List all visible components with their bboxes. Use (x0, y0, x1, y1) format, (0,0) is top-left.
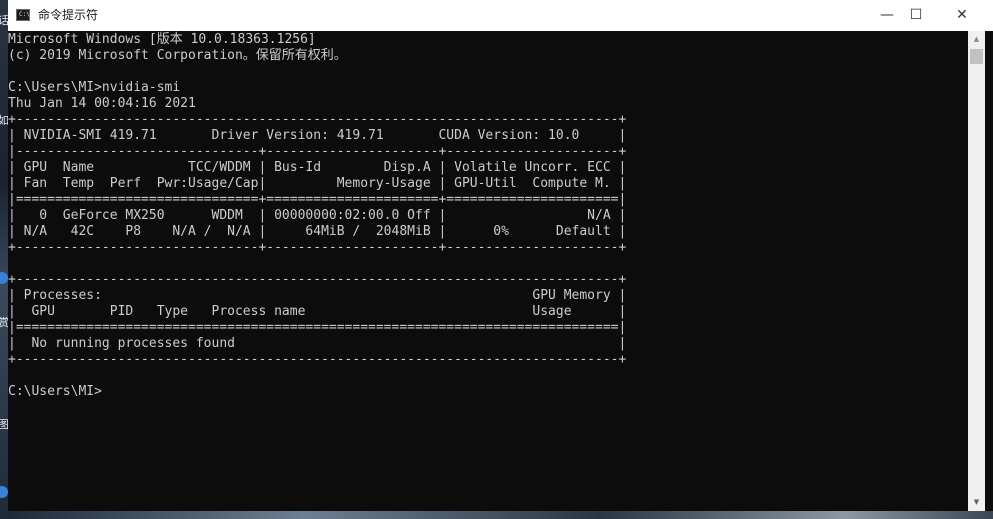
terminal-line: | Fan Temp Perf Pwr:Usage/Cap| Memory-Us… (8, 176, 627, 191)
desktop-glyph: 图 (0, 418, 9, 431)
terminal-line: | GPU PID Type Process name Usage | (8, 304, 627, 319)
close-button[interactable]: ✕ (939, 0, 985, 31)
terminal-line: +-------------------------------+-------… (8, 240, 627, 255)
scroll-down-arrow-icon[interactable]: ▼ (968, 494, 985, 511)
desktop-glyph: 如 (0, 114, 9, 127)
terminal-line: | NVIDIA-SMI 419.71 Driver Version: 419.… (8, 128, 627, 143)
desktop-background-strip: 话 如 赏 图 (0, 0, 9, 519)
maximize-button[interactable]: ☐ (893, 0, 939, 31)
terminal-line: | No running processes found | (8, 336, 627, 351)
desktop-glyph: 赏 (0, 316, 9, 329)
terminal-line: +---------------------------------------… (8, 272, 627, 287)
terminal-line: |=======================================… (8, 320, 627, 335)
cmd-icon-glyph: C:\_ (19, 11, 34, 18)
window-title: 命令提示符 (38, 8, 99, 22)
scroll-up-arrow-icon[interactable]: ▲ (968, 31, 985, 48)
command-prompt-window[interactable]: C:\_ 命令提示符 — ☐ ✕ Microsoft Windows [版本 1… (8, 0, 993, 519)
terminal-line: | 0 GeForce MX250 WDDM | 00000000:02:00.… (8, 208, 627, 223)
terminal-line: | Processes: GPU Memory | (8, 288, 627, 303)
scroll-thumb[interactable] (970, 49, 983, 64)
desktop-app-icon[interactable] (0, 486, 8, 498)
terminal-line: | GPU Name TCC/WDDM | Bus-Id Disp.A | Vo… (8, 160, 627, 175)
desktop-glyph: 话 (0, 14, 9, 27)
terminal-line: |===============================+=======… (8, 192, 627, 207)
terminal-line: +---------------------------------------… (8, 352, 627, 367)
terminal-line: Microsoft Windows [版本 10.0.18363.1256] (8, 32, 316, 47)
terminal-line: |-------------------------------+-------… (8, 144, 627, 159)
desktop-bottom-strip (8, 511, 993, 519)
cmd-icon[interactable]: C:\_ (16, 9, 34, 21)
desktop-app-icon[interactable] (0, 272, 8, 284)
title-bar[interactable]: C:\_ 命令提示符 — ☐ ✕ (8, 0, 993, 31)
terminal-line: +---------------------------------------… (8, 112, 627, 127)
terminal-line: Thu Jan 14 00:04:16 2021 (8, 96, 196, 111)
terminal-output[interactable]: Microsoft Windows [版本 10.0.18363.1256] (c… (8, 31, 968, 511)
terminal-line: (c) 2019 Microsoft Corporation。保留所有权利。 (8, 48, 347, 63)
terminal-line: C:\Users\MI>nvidia-smi (8, 80, 181, 95)
terminal-line: C:\Users\MI> (8, 384, 102, 399)
terminal-line: | N/A 42C P8 N/A / N/A | 64MiB / 2048MiB… (8, 224, 627, 239)
vertical-scrollbar[interactable]: ▲ ▼ (968, 31, 985, 511)
